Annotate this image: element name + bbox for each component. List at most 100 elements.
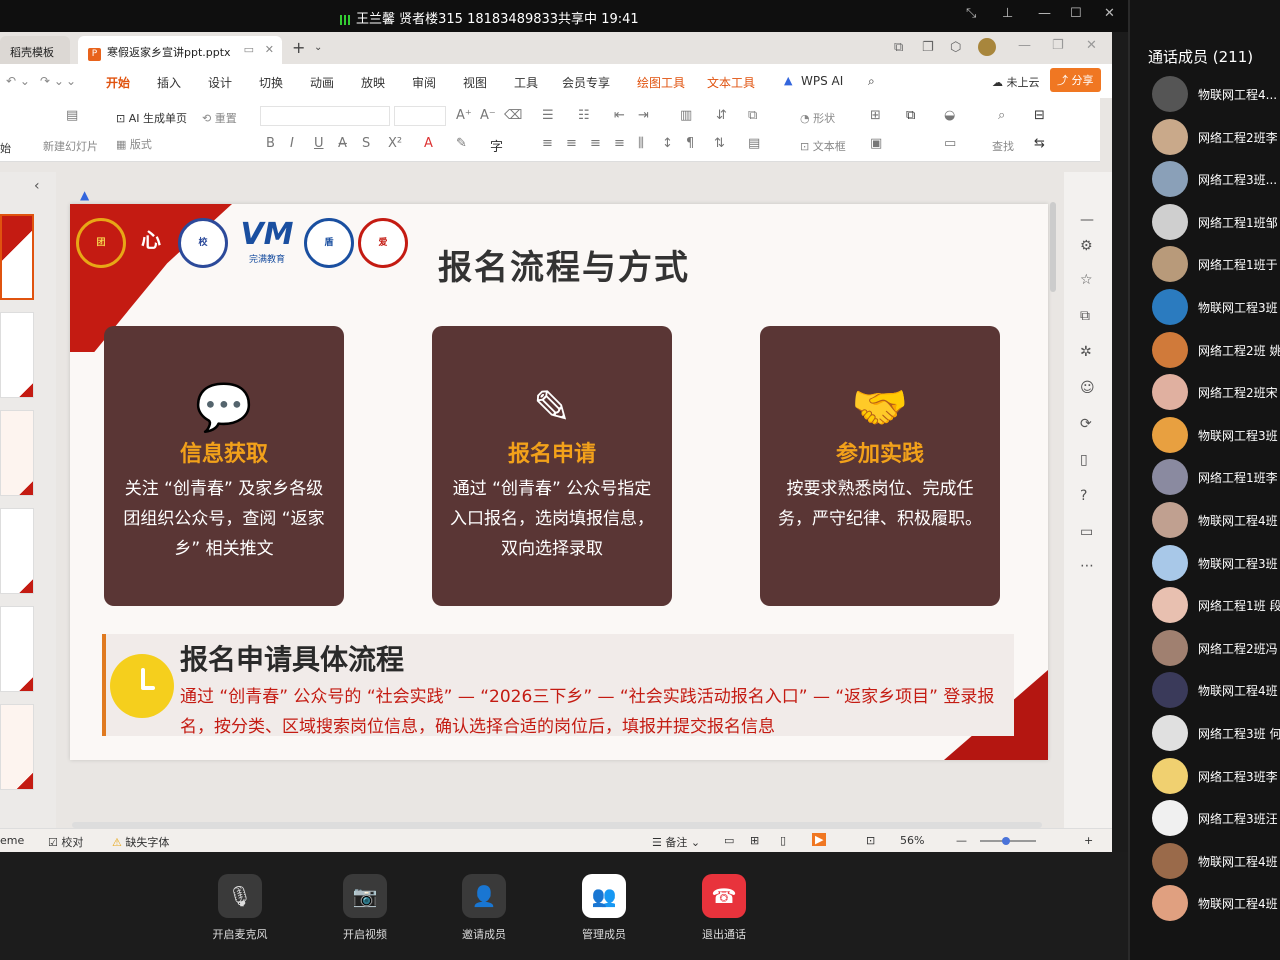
collapse-icon[interactable]: ⤡ <box>966 6 976 21</box>
find-icon[interactable]: ⌕ <box>998 108 1005 123</box>
member-item[interactable]: 网络工程3班 何 <box>1152 715 1280 751</box>
minus-icon[interactable]: — <box>1080 212 1094 228</box>
undo-icon[interactable]: ↶ ⌄ <box>6 74 30 88</box>
underline-icon[interactable]: U <box>314 136 324 151</box>
menu-draw-tools[interactable]: 绘图工具 <box>637 74 685 91</box>
close-icon[interactable]: ✕ <box>1104 6 1115 21</box>
find-button[interactable]: 查找 <box>992 138 1014 154</box>
outline-icon[interactable]: ▭ <box>944 136 956 151</box>
italic-icon[interactable]: I <box>290 136 294 151</box>
menu-start[interactable]: 开始 <box>106 74 130 91</box>
reset-button[interactable]: ⟲ 重置 <box>202 110 237 126</box>
align-text-icon[interactable]: ▤ <box>748 136 760 151</box>
missing-font-button[interactable]: ⚠ 缺失字体 <box>112 834 169 850</box>
clear-format-icon[interactable]: ⌫ <box>504 108 522 123</box>
minimize-icon[interactable]: — <box>1038 6 1051 21</box>
menu-tools[interactable]: 工具 <box>514 74 538 91</box>
sort-icon[interactable]: ⇵ <box>716 108 727 123</box>
transform-icon[interactable]: ⟳ <box>1080 416 1092 432</box>
menu-view[interactable]: 视图 <box>463 74 487 91</box>
replace-icon[interactable]: ⇆ <box>1034 136 1045 151</box>
play-icon[interactable]: ▶ <box>812 833 827 846</box>
paragraph-icon[interactable]: ¶ <box>686 136 694 151</box>
line-spacing-icon[interactable]: ↕ <box>662 136 673 151</box>
bullets-icon[interactable]: ☰ <box>542 108 554 123</box>
align-left-icon[interactable]: ≡ <box>542 136 553 151</box>
superscript-icon[interactable]: X² <box>388 136 402 151</box>
comment-icon[interactable]: ▭ <box>1080 524 1093 540</box>
font-size-select[interactable] <box>394 106 446 126</box>
columns-icon[interactable]: ▥ <box>680 108 692 123</box>
menu-transition[interactable]: 切换 <box>259 74 283 91</box>
wps-close-icon[interactable]: ✕ <box>1086 38 1097 53</box>
slide-thumb-4[interactable] <box>0 508 34 594</box>
textbox-button[interactable]: ⊡ 文本框 <box>800 138 846 154</box>
tab-template[interactable]: 稻壳模板 <box>0 36 70 64</box>
slide-thumb-5[interactable] <box>0 606 34 692</box>
shrink-font-icon[interactable]: A⁻ <box>480 108 496 123</box>
box-icon[interactable]: ⬡ <box>950 40 961 55</box>
menu-design[interactable]: 设计 <box>208 74 232 91</box>
frame-icon[interactable]: ⊞ <box>870 108 881 123</box>
member-item[interactable]: 物联网工程3班 <box>1152 289 1280 325</box>
more-dots-icon[interactable]: ⋯ <box>1080 558 1094 574</box>
proof-button[interactable]: ☑ 校对 <box>48 834 83 850</box>
image-icon[interactable]: ▣ <box>870 136 882 151</box>
help-icon[interactable]: ? <box>1080 488 1087 504</box>
strikethrough-icon[interactable]: A̶ <box>338 136 347 151</box>
outdent-icon[interactable]: ⇥ <box>638 108 649 123</box>
member-item[interactable]: 物联网工程4班 <box>1152 842 1280 879</box>
new-tab-icon[interactable]: + <box>292 38 305 57</box>
new-slide-icon[interactable]: ▤ <box>66 108 78 123</box>
zoom-slider[interactable] <box>980 837 1036 845</box>
align-center-icon[interactable]: ≡ <box>566 136 577 151</box>
member-item[interactable]: 网络工程2班宋 <box>1152 374 1280 411</box>
grow-font-icon[interactable]: A⁺ <box>456 108 472 123</box>
layout-button[interactable]: ▦ 版式 <box>116 136 152 152</box>
tab-document[interactable]: P 寒假返家乡宣讲ppt.pptx ▭ ✕ <box>78 36 282 64</box>
member-item[interactable]: 网络工程1班于 <box>1152 246 1280 283</box>
bold-icon[interactable]: B <box>266 136 275 151</box>
slide-thumb-6[interactable] <box>0 704 34 790</box>
member-item[interactable]: 物联网工程4... <box>1152 76 1280 112</box>
member-item[interactable]: 网络工程2班李 <box>1152 118 1280 155</box>
numbering-icon[interactable]: ☷ <box>578 108 590 123</box>
zoom-out-icon[interactable]: — <box>956 834 967 847</box>
menu-review[interactable]: 审阅 <box>412 74 436 91</box>
grid-view-icon[interactable]: ⊞ <box>750 834 759 847</box>
wps-restore-icon[interactable]: ❐ <box>1052 38 1064 53</box>
mic-button[interactable]: 🎙 开启麦克风 <box>200 874 280 942</box>
member-item[interactable]: 网络工程1班李 <box>1152 459 1280 496</box>
text-direction-icon[interactable]: ⇅ <box>714 136 725 151</box>
member-item[interactable]: 物联网工程4班 <box>1152 885 1280 922</box>
menu-member[interactable]: 会员专享 <box>562 74 610 91</box>
member-item[interactable]: 网络工程1班邹 <box>1152 203 1280 240</box>
menu-animation[interactable]: 动画 <box>310 74 334 91</box>
notes-button[interactable]: ☰ 备注 ⌄ <box>652 834 700 850</box>
member-item[interactable]: 物联网工程3班 <box>1152 544 1280 581</box>
new-slide-button[interactable]: 新建幻灯片 <box>43 138 98 154</box>
menu-wps-ai[interactable]: WPS AI <box>801 74 843 88</box>
font-name-select[interactable] <box>260 106 390 126</box>
vertical-scrollbar[interactable] <box>1050 202 1056 292</box>
member-item[interactable]: 物联网工程3班 <box>1152 416 1280 453</box>
slide[interactable]: 团 心 校 VM 完满教育 盾 爱 报名流程与方式 💬 信息获取 关注 “创青春… <box>70 204 1048 760</box>
maximize-icon[interactable]: ☐ <box>1070 6 1082 21</box>
reading-view-icon[interactable]: ▯ <box>780 834 786 847</box>
avatar[interactable] <box>978 38 996 56</box>
fit-icon[interactable]: ⊡ <box>866 834 875 847</box>
convert-icon[interactable]: ⧉ <box>748 108 757 123</box>
ai-badge-icon[interactable]: ▲ <box>80 188 89 202</box>
shadow-icon[interactable]: S <box>362 136 370 151</box>
tab-menu-icon[interactable]: ⌄ <box>314 42 322 53</box>
highlight-icon[interactable]: ✎ <box>456 136 467 151</box>
member-item[interactable]: 物联网工程4班 <box>1152 502 1280 538</box>
phonetic-icon[interactable]: 字 <box>490 136 503 155</box>
shape-button[interactable]: ◔ 形状 <box>800 110 835 126</box>
start-button[interactable]: 始 <box>0 140 11 156</box>
member-item[interactable]: 网络工程2班 姚 <box>1152 331 1280 368</box>
menu-text-tools[interactable]: 文本工具 <box>707 74 755 91</box>
normal-view-icon[interactable]: ▭ <box>724 834 734 847</box>
book-icon[interactable]: ▯ <box>1080 452 1088 468</box>
cloud-status[interactable]: ☁ 未上云 <box>992 74 1040 90</box>
